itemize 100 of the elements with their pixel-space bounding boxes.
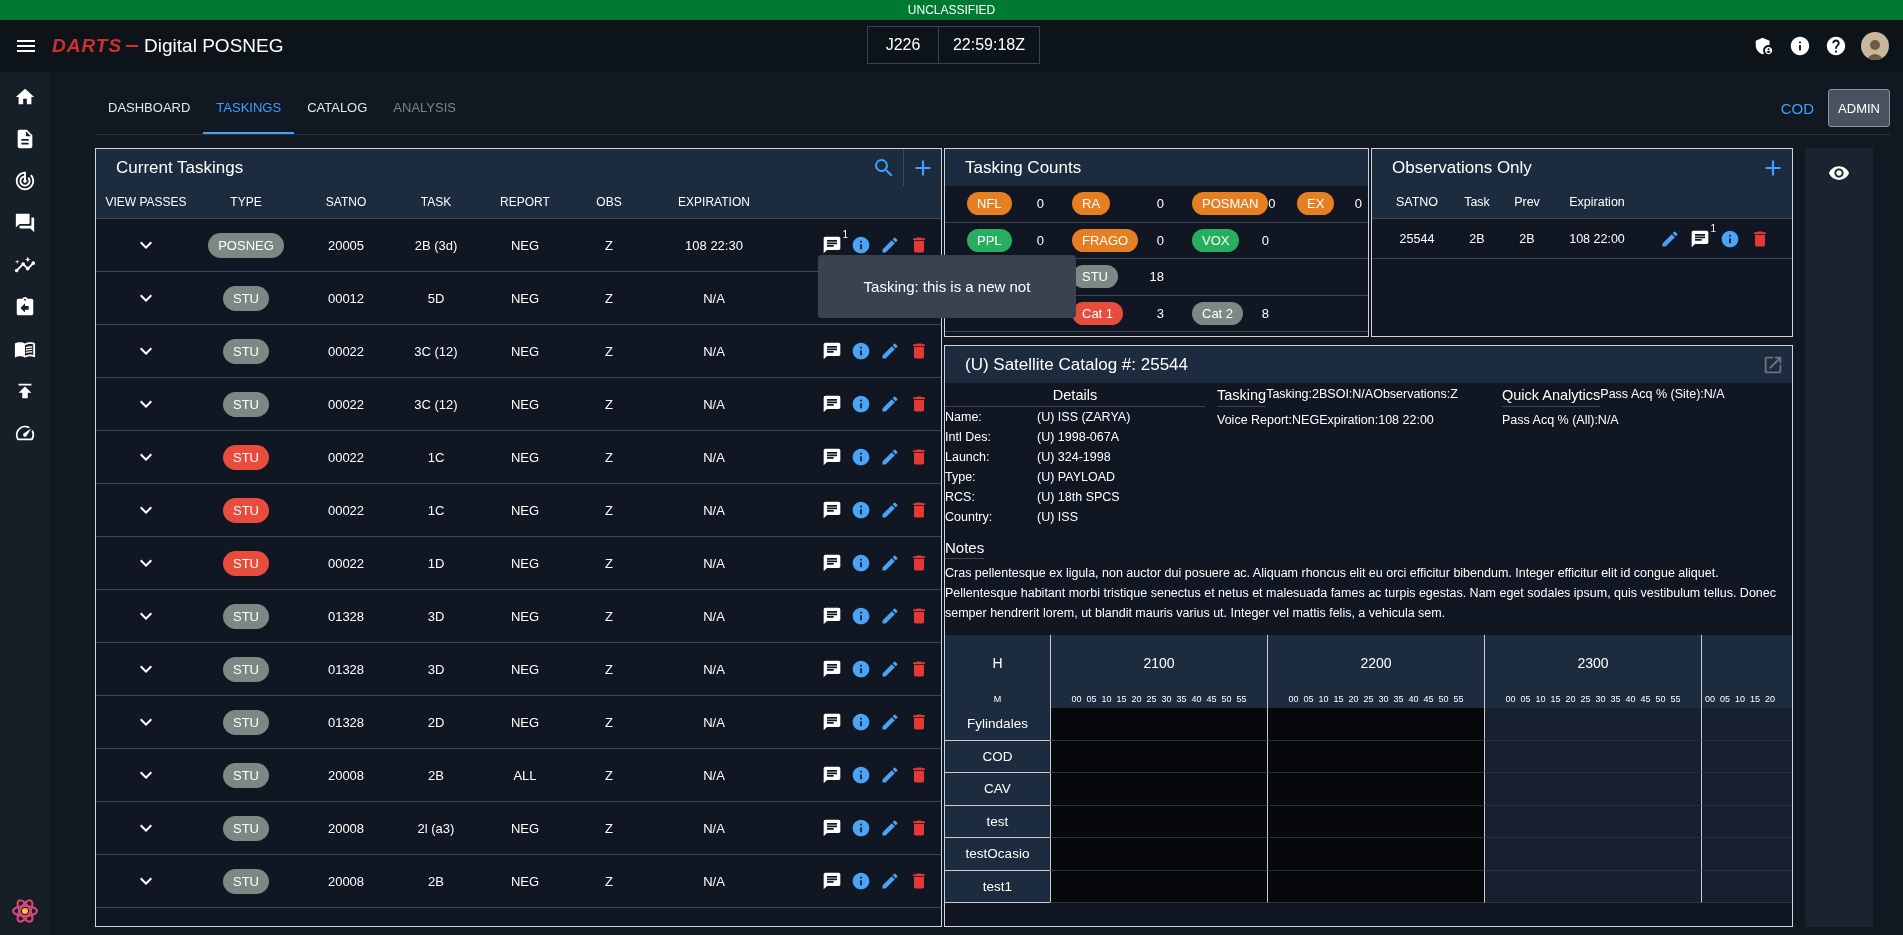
minute-tick: 30 (1161, 694, 1172, 704)
minute-tick: 00 (1071, 694, 1082, 704)
column-header: SATNO (1394, 195, 1440, 209)
type-badge: STU (223, 868, 269, 894)
minute-tick: 15 (1750, 694, 1761, 704)
minute-tick: 15 (1550, 694, 1561, 704)
edit-icon[interactable] (880, 818, 900, 838)
comment-icon[interactable] (822, 500, 842, 520)
comment-icon[interactable] (1690, 228, 1710, 249)
comment-count: 1 (1710, 222, 1716, 234)
table-cell-text: N/A (702, 873, 726, 889)
minute-tick: 10 (1318, 694, 1329, 704)
table-cell-text: NEG (509, 502, 541, 518)
nav-tab[interactable]: DASHBOARD (95, 82, 204, 134)
comment-icon[interactable] (822, 712, 842, 732)
table-cell-text: 00022 (326, 502, 366, 518)
table-cell-text: 2B (1518, 231, 1536, 246)
comment-icon[interactable] (822, 394, 842, 414)
panel-title: Current Taskings (116, 157, 244, 178)
site-label: testOcasio (945, 838, 1050, 871)
info-icon[interactable] (851, 871, 871, 891)
edit-icon[interactable] (880, 606, 900, 626)
site-label: CAV (945, 773, 1050, 806)
info-icon[interactable] (851, 606, 871, 626)
minute-tick: 25 (1146, 694, 1157, 704)
table-cell-text: 01328 (326, 661, 366, 677)
info-icon[interactable] (851, 553, 871, 573)
comment-icon[interactable] (822, 606, 842, 626)
edit-icon[interactable] (880, 500, 900, 520)
info-icon[interactable] (851, 500, 871, 520)
comment-icon[interactable] (822, 447, 842, 467)
edit-icon[interactable] (880, 341, 900, 361)
admin-button[interactable]: ADMIN (1828, 89, 1890, 127)
edit-icon[interactable] (880, 394, 900, 414)
info-icon[interactable] (851, 765, 871, 785)
table-cell-text: 20008 (326, 820, 366, 836)
help-icon[interactable] (1825, 35, 1847, 57)
minute-tick: 55 (1670, 694, 1681, 704)
info-icon[interactable] (1720, 228, 1740, 249)
target-icon[interactable] (14, 170, 36, 192)
detail-label: Country: (945, 509, 994, 526)
comment-icon[interactable] (822, 341, 842, 361)
minute-tick: 15 (1116, 694, 1127, 704)
hour-header: 2300 (1484, 635, 1701, 690)
table-cell-text: Z (604, 449, 614, 465)
comment-icon[interactable] (822, 818, 842, 838)
panel-title: Observations Only (1392, 157, 1532, 178)
section-title: Details (945, 387, 1205, 407)
table-cell-text: NEG (509, 608, 541, 624)
edit-icon[interactable] (880, 712, 900, 732)
count-value: 0 (1156, 196, 1164, 212)
comment-icon[interactable] (822, 765, 842, 785)
table-cell-text: 108 22:00 (1568, 231, 1626, 246)
panel-title: (U) Satellite Catalog #: 25544 (965, 354, 1189, 375)
chat-icon[interactable] (14, 212, 36, 234)
comment-icon[interactable] (822, 235, 842, 255)
comment-icon[interactable] (822, 553, 842, 573)
info-icon[interactable] (851, 659, 871, 679)
edit-icon[interactable] (880, 447, 900, 467)
column-header: Task (1463, 195, 1491, 209)
edit-icon[interactable] (880, 765, 900, 785)
table-cell-text: N/A (702, 767, 726, 783)
edit-icon[interactable] (1660, 228, 1680, 249)
site-link[interactable]: COD (1780, 99, 1815, 117)
minute-tick: 00 (1505, 694, 1516, 704)
column-header: TYPE (229, 195, 263, 209)
info-icon[interactable] (851, 394, 871, 414)
type-badge: STU (223, 603, 269, 629)
info-icon[interactable] (851, 341, 871, 361)
clipboard-icon[interactable] (14, 296, 36, 318)
category-badge: RA (1072, 192, 1111, 216)
detail-label: Type: (945, 469, 977, 486)
table-cell-text: ALL (512, 767, 538, 783)
nav-tab[interactable]: TASKINGS (203, 82, 295, 134)
table-cell-text: NEG (509, 290, 541, 306)
comment-icon[interactable] (822, 659, 842, 679)
edit-icon[interactable] (880, 871, 900, 891)
minute-tick: 40 (1191, 694, 1202, 704)
type-badge: STU (223, 444, 269, 470)
table-cell-text: 3D (426, 608, 446, 624)
info-icon[interactable] (851, 235, 871, 255)
table-cell-text: 01328 (326, 714, 366, 730)
minute-tick: 10 (1101, 694, 1112, 704)
info-icon[interactable] (851, 712, 871, 732)
category-badge: Cat 1 (1072, 301, 1124, 325)
nav-tab[interactable]: CATALOG (294, 82, 381, 134)
edit-icon[interactable] (880, 659, 900, 679)
table-cell-text: NEG (509, 449, 541, 465)
info-icon[interactable] (1789, 35, 1811, 57)
comment-icon[interactable] (822, 871, 842, 891)
user-avatar[interactable] (1861, 32, 1889, 60)
shield-icon[interactable] (1753, 35, 1775, 57)
info-icon[interactable] (851, 447, 871, 467)
table-cell-text: 2B (427, 767, 445, 783)
edit-icon[interactable] (880, 553, 900, 573)
tasking-info: Voice Report:NEGExpiration:108 22:00 (1217, 413, 1435, 427)
info-icon[interactable] (851, 818, 871, 838)
table-cell-text: 2D (426, 714, 446, 730)
minute-tick: 25 (1580, 694, 1591, 704)
edit-icon[interactable] (880, 235, 900, 255)
